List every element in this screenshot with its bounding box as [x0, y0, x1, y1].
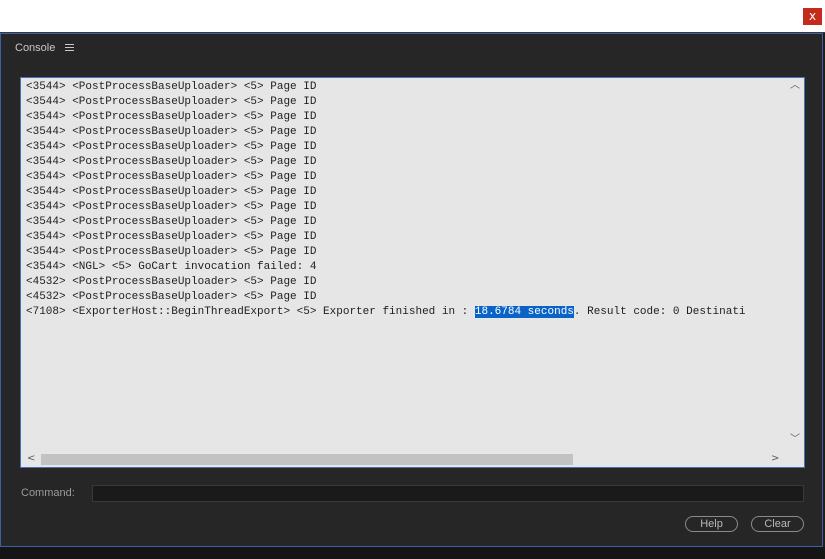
log-line: <4532> <PostProcessBaseUploader> <5> Pag…: [26, 291, 317, 303]
log-line: <3544> <PostProcessBaseUploader> <5> Pag…: [26, 246, 317, 258]
log-text: . Result code: 0 Destinati: [573, 306, 746, 318]
log-line: <3544> <PostProcessBaseUploader> <5> Pag…: [26, 156, 317, 168]
hamburger-menu-icon[interactable]: [65, 44, 75, 52]
panel-header: Console: [15, 40, 75, 56]
log-line-exporter-finished: <7108> <ExporterHost::BeginThreadExport>…: [26, 305, 787, 320]
log-line: <3544> <NGL> <5> GoCart invocation faile…: [26, 261, 317, 273]
console-panel: Console <3544> <PostProcessBaseUploader>…: [0, 33, 823, 547]
background-strip: [0, 547, 825, 559]
log-line: <3544> <PostProcessBaseUploader> <5> Pag…: [26, 201, 317, 213]
scroll-left-arrow-icon[interactable]: <: [27, 453, 35, 465]
console-output[interactable]: <3544> <PostProcessBaseUploader> <5> Pag…: [20, 77, 805, 468]
log-line: <3544> <PostProcessBaseUploader> <5> Pag…: [26, 111, 317, 123]
scroll-down-arrow-icon[interactable]: ﹀: [790, 434, 800, 446]
log-line: <3544> <PostProcessBaseUploader> <5> Pag…: [26, 231, 317, 243]
log-area[interactable]: <3544> <PostProcessBaseUploader> <5> Pag…: [21, 78, 787, 451]
log-line: <3544> <PostProcessBaseUploader> <5> Pag…: [26, 96, 317, 108]
clear-button[interactable]: Clear: [751, 516, 804, 532]
log-line: <3544> <PostProcessBaseUploader> <5> Pag…: [26, 171, 317, 183]
log-line: <3544> <PostProcessBaseUploader> <5> Pag…: [26, 141, 317, 153]
panel-title: Console: [15, 42, 56, 54]
log-line: <3544> <PostProcessBaseUploader> <5> Pag…: [26, 216, 317, 228]
vertical-scrollbar[interactable]: ︿ ﹀: [787, 78, 804, 451]
title-bar: x: [0, 0, 825, 33]
scroll-up-arrow-icon[interactable]: ︿: [790, 80, 800, 92]
command-label: Command:: [21, 487, 75, 499]
close-button[interactable]: x: [803, 8, 822, 25]
log-line: <3544> <PostProcessBaseUploader> <5> Pag…: [26, 126, 317, 138]
scroll-right-arrow-icon[interactable]: >: [771, 453, 779, 465]
log-text: <7108> <ExporterHost::BeginThreadExport>…: [26, 306, 475, 318]
horizontal-scroll-thumb[interactable]: [41, 454, 573, 465]
log-line: <3544> <PostProcessBaseUploader> <5> Pag…: [26, 81, 317, 93]
log-line: <4532> <PostProcessBaseUploader> <5> Pag…: [26, 276, 317, 288]
horizontal-scrollbar[interactable]: < >: [21, 451, 787, 467]
help-button[interactable]: Help: [685, 516, 738, 532]
selected-text: 18.6784 seconds: [474, 306, 574, 318]
command-input[interactable]: [92, 485, 804, 502]
log-line: <3544> <PostProcessBaseUploader> <5> Pag…: [26, 186, 317, 198]
